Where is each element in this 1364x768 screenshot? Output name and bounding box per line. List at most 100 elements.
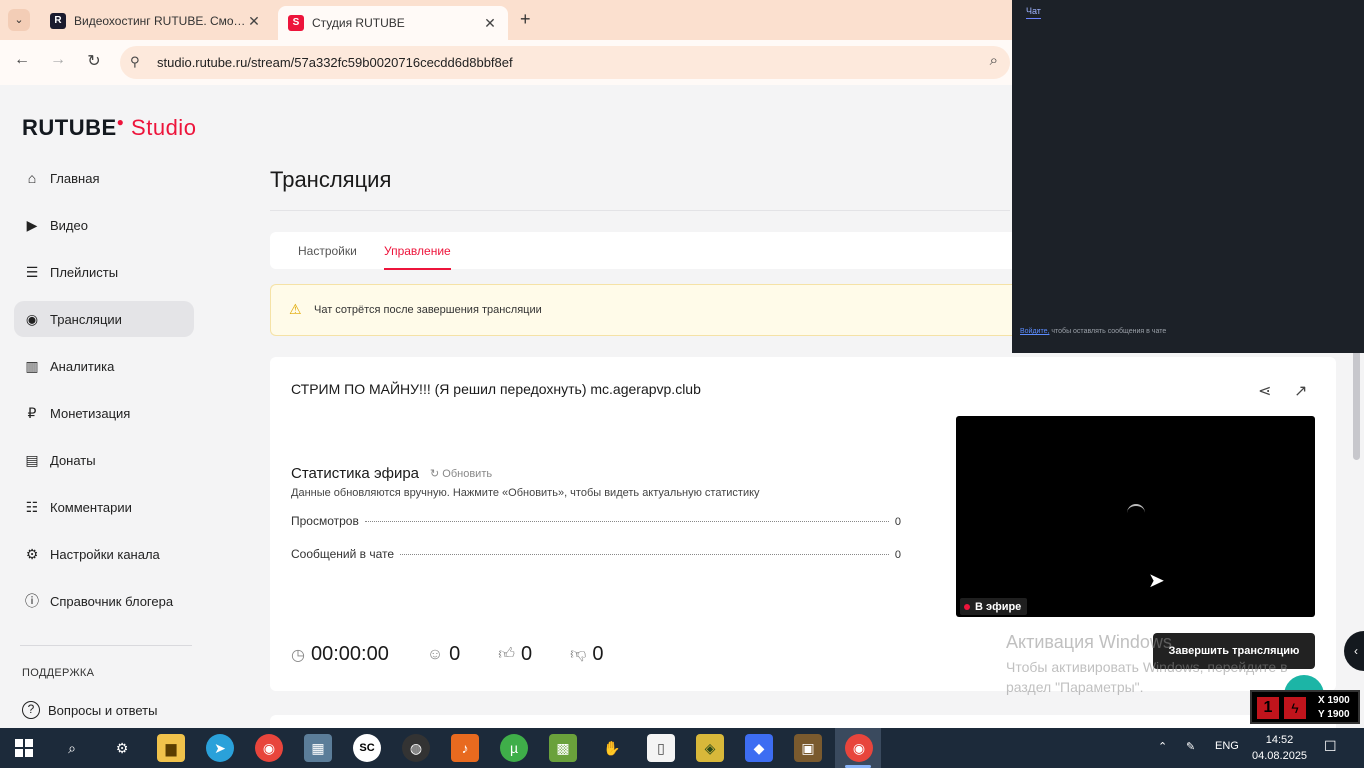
url-field[interactable]: ⚲ studio.rutube.ru/stream/57a332fc59b002…: [120, 46, 1010, 79]
app-sc-icon[interactable]: SC: [353, 734, 381, 762]
search-icon[interactable]: ⌕: [58, 734, 86, 762]
sidebar-item-blogger-guide[interactable]: ⓘ Справочник блогера: [14, 583, 194, 619]
refresh-button[interactable]: ↻ Обновить: [430, 467, 492, 480]
notification-icon[interactable]: ☐: [1324, 738, 1337, 755]
login-hint-text: чтобы оставлять сообщения в чате: [1051, 328, 1167, 335]
chrome-active-icon[interactable]: ◉: [845, 734, 873, 762]
stream-title: СТРИМ ПО МАЙНУ!!! (Я решил передохнуть) …: [291, 381, 701, 397]
fl-studio-icon[interactable]: ♪: [451, 734, 479, 762]
obs-icon[interactable]: ◍: [402, 734, 430, 762]
sidebar-item-label: Видео: [50, 217, 88, 233]
reload-icon[interactable]: ↻: [83, 51, 105, 71]
sidebar-item-label: Комментарии: [50, 499, 132, 515]
next-card: [270, 715, 1336, 728]
close-icon[interactable]: ✕: [246, 13, 262, 30]
close-icon[interactable]: ✕: [482, 15, 498, 32]
thumbs-down-icon: 👎︎: [570, 646, 587, 663]
chat-popup-window: Чат Войдите, чтобы оставлять сообщения в…: [1012, 0, 1364, 353]
stream-tabs: Настройки Управление: [270, 232, 1012, 270]
browser-tab-bar: ⌄ R Видеохостинг RUTUBE. Смотр... ✕ S Ст…: [0, 0, 1012, 40]
sidebar-faq-section: ? Вопросы и ответы: [14, 692, 194, 728]
url-text: studio.rutube.ru/stream/57a332fc59b00207…: [157, 55, 513, 70]
dislikes-value: 0: [592, 643, 604, 665]
tab-management[interactable]: Управление: [384, 244, 451, 270]
chevron-up-icon[interactable]: ⌃: [1158, 740, 1167, 753]
forward-arrow-icon[interactable]: →: [47, 51, 69, 69]
chrome-icon[interactable]: ◉: [255, 734, 283, 762]
rutube-studio-logo[interactable]: RUTUBE● Studio: [22, 115, 196, 141]
clock-time: 14:52: [1265, 734, 1294, 746]
utorrent-icon[interactable]: µ: [500, 734, 528, 762]
leader-dots: [364, 521, 889, 522]
live-badge-label: В эфире: [975, 600, 1022, 613]
settings-gear-icon[interactable]: ⚙: [108, 734, 136, 762]
home-icon: ⌂: [27, 170, 37, 186]
game-launcher-icon[interactable]: ✋: [598, 734, 626, 762]
browser-tab-rutube[interactable]: R Видеохостинг RUTUBE. Смотр... ✕: [40, 6, 272, 36]
warning-banner: ⚠ Чат сотрётся после завершения трансляц…: [270, 284, 1012, 336]
roblox-icon[interactable]: ◆: [745, 734, 773, 762]
sidebar-item-label: Монетизация: [50, 405, 131, 421]
sidebar-item-label: Трансляции: [50, 311, 122, 327]
sidebar-item-channel-settings[interactable]: ⚙ Настройки канала: [14, 536, 194, 572]
dislikes-metric: 👎︎ 0: [570, 643, 603, 666]
file-explorer-icon[interactable]: ▆: [157, 734, 185, 762]
site-settings-icon[interactable]: ⚲: [130, 54, 140, 70]
sidebar-item-label: Главная: [50, 170, 100, 186]
chat-messages-label: Сообщений в чате: [291, 547, 395, 561]
minecraft-icon[interactable]: ▩: [549, 734, 577, 762]
telegram-icon[interactable]: ➤: [206, 734, 234, 762]
share-icon[interactable]: ⋖: [1258, 381, 1271, 401]
minecraft-launcher-icon[interactable]: ▣: [794, 734, 822, 762]
collapse-panel-button[interactable]: ‹: [1344, 631, 1364, 671]
gear-icon: ⚙: [25, 546, 39, 562]
sidebar-item-analytics[interactable]: ▥ Аналитика: [14, 348, 194, 384]
support-heading: ПОДДЕРЖКА: [22, 667, 95, 679]
browser-tab-studio[interactable]: S Студия RUTUBE ✕: [278, 6, 508, 40]
page-scrollbar[interactable]: [1353, 350, 1360, 460]
back-arrow-icon[interactable]: ←: [11, 51, 33, 69]
refresh-icon: ↻: [430, 468, 440, 480]
pen-icon[interactable]: ✎: [1186, 740, 1195, 753]
login-link[interactable]: Войдите,: [1020, 328, 1049, 335]
comments-icon: ☷: [25, 499, 39, 515]
stats-note: Данные обновляются вручную. Нажмите «Обн…: [291, 487, 760, 499]
language-indicator[interactable]: ENG: [1215, 740, 1239, 752]
windows-start-icon[interactable]: [10, 734, 38, 762]
leader-dots: [400, 554, 889, 555]
sidebar-item-broadcasts[interactable]: ◉ Трансляции: [14, 301, 194, 337]
stat-row-views: Просмотров 0: [291, 514, 901, 528]
sidebar-divider: [20, 645, 192, 646]
sidebar-item-comments[interactable]: ☷ Комментарии: [14, 489, 194, 525]
title-divider: [270, 210, 1010, 211]
sidebar-item-faq[interactable]: ? Вопросы и ответы: [14, 692, 194, 728]
sidebar-item-label: Аналитика: [50, 358, 115, 374]
question-icon: ?: [22, 701, 40, 719]
overlay-badge-one: 1: [1257, 697, 1279, 719]
system-clock[interactable]: 14:52 04.08.2025: [1252, 732, 1307, 764]
overlay-y-label: Y 1900: [1318, 709, 1350, 720]
playlist-icon: ☰: [25, 264, 39, 280]
map-app-icon[interactable]: ◈: [696, 734, 724, 762]
sidebar-nav: ⌂ Главная ▶ Видео ☰ Плейлисты ◉ Трансляц…: [14, 160, 194, 630]
views-value: 0: [894, 516, 901, 528]
external-link-icon[interactable]: ↗: [1294, 381, 1307, 401]
chat-tab[interactable]: Чат: [1026, 6, 1041, 19]
logo-brand: RUTUBE: [22, 115, 117, 140]
video-player[interactable]: ➤ В эфире: [956, 416, 1315, 617]
tab-settings[interactable]: Настройки: [298, 244, 357, 258]
new-tab-button[interactable]: +: [520, 9, 531, 30]
calculator-icon[interactable]: ▦: [304, 734, 332, 762]
sidebar-item-playlists[interactable]: ☰ Плейлисты: [14, 254, 194, 290]
sidebar-item-video[interactable]: ▶ Видео: [14, 207, 194, 243]
tab-search-dropdown-icon[interactable]: ⌄: [8, 9, 30, 31]
sidebar-item-monetization[interactable]: ₽ Монетизация: [14, 395, 194, 431]
warning-icon: ⚠: [289, 301, 302, 317]
sidebar-item-home[interactable]: ⌂ Главная: [14, 160, 194, 196]
sidebar-item-donations[interactable]: ▤ Донаты: [14, 442, 194, 478]
rutube-icon: R: [50, 13, 66, 29]
overlay-logo-icon: ϟ: [1284, 697, 1306, 719]
zoom-icon[interactable]: ⌕: [990, 52, 998, 69]
timer-value: 00:00:00: [310, 643, 389, 665]
notepad-icon[interactable]: ▯: [647, 734, 675, 762]
